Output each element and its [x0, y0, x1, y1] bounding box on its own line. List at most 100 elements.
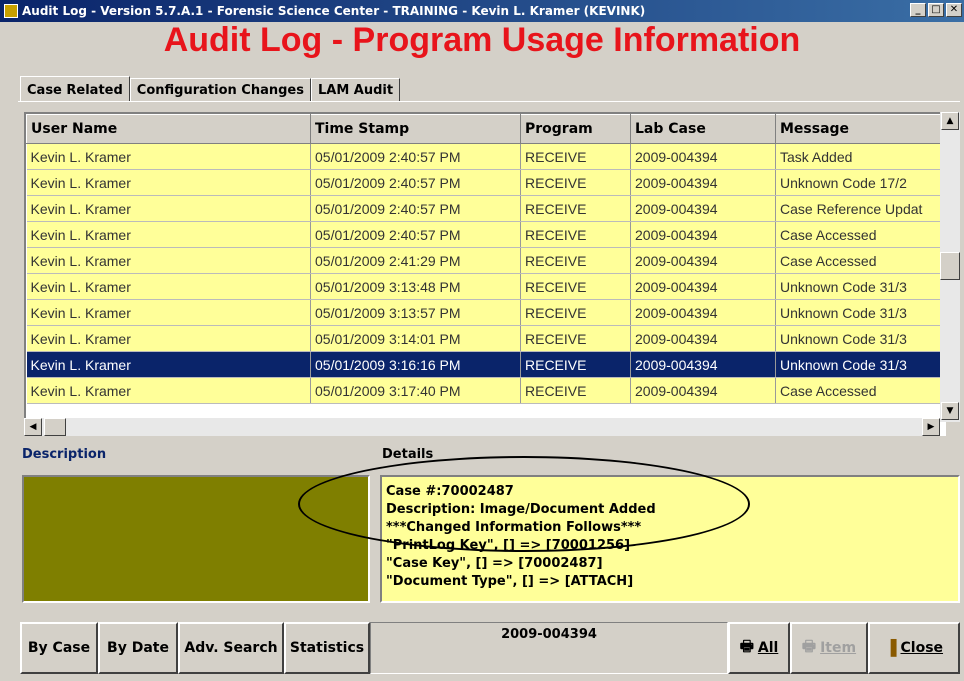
cell-user-name: Kevin L. Kramer: [26, 221, 311, 248]
minimize-button[interactable]: _: [910, 3, 926, 17]
table-row[interactable]: Kevin L. Kramer 05/01/2009 2:40:57 PM RECE…: [26, 143, 944, 170]
cell-time-stamp: 05/01/2009 3:17:40 PM: [310, 377, 521, 404]
cell-user-name: Kevin L. Kramer: [26, 195, 311, 222]
details-line: ***Changed Information Follows***: [386, 520, 642, 535]
cell-time-stamp: 05/01/2009 3:13:48 PM: [310, 273, 521, 300]
cell-message: Case Accessed: [775, 247, 944, 274]
page-title: Audit Log - Program Usage Information: [163, 21, 801, 59]
vertical-scrollbar[interactable]: ▲ ▼: [940, 112, 960, 422]
cell-lab-case: 2009-004394: [630, 273, 776, 300]
cell-time-stamp: 05/01/2009 3:14:01 PM: [310, 325, 521, 352]
table-row[interactable]: Kevin L. Kramer 05/01/2009 3:14:01 PM RECE…: [26, 325, 944, 352]
audit-table: User Name Time Stamp Program Lab Case Me…: [26, 114, 944, 404]
cell-program: RECEIVE: [520, 273, 631, 300]
cell-program: RECEIVE: [520, 299, 631, 326]
close-button[interactable]: ▐ Close: [868, 622, 960, 674]
scroll-left-arrow-icon[interactable]: ◀: [24, 418, 42, 436]
tab-case-related[interactable]: Case Related: [20, 76, 130, 101]
by-case-button[interactable]: By Case: [20, 622, 98, 674]
cell-program: RECEIVE: [520, 143, 631, 170]
cell-message: Unknown Code 31/3: [775, 351, 944, 378]
details-line: Description: Image/Document Added: [386, 502, 656, 517]
print-all-button[interactable]: 🖶 All: [728, 622, 790, 674]
print-item-button[interactable]: 🖶 Item: [790, 622, 868, 674]
cell-program: RECEIVE: [520, 195, 631, 222]
cell-time-stamp: 05/01/2009 2:40:57 PM: [310, 221, 521, 248]
adv-search-label: Adv. Search: [184, 640, 278, 656]
details-label: Details: [382, 447, 434, 462]
table-row[interactable]: Kevin L. Kramer 05/01/2009 3:13:48 PM RECE…: [26, 273, 944, 300]
current-case-display: 2009-004394: [370, 622, 728, 674]
scroll-right-arrow-icon[interactable]: ▶: [922, 418, 940, 436]
table-row[interactable]: Kevin L. Kramer 05/01/2009 3:17:40 PM RECE…: [26, 377, 944, 404]
cell-lab-case: 2009-004394: [630, 169, 776, 196]
details-line: Case #:70002487: [386, 484, 514, 499]
cell-message: Task Added: [775, 143, 944, 170]
cell-program: RECEIVE: [520, 247, 631, 274]
table-row[interactable]: Kevin L. Kramer 05/01/2009 2:41:29 PM RECE…: [26, 247, 944, 274]
details-line: "PrintLog Key", [] => [70001256]: [386, 538, 631, 553]
printer-icon: 🖶: [739, 636, 754, 655]
cell-user-name: Kevin L. Kramer: [26, 247, 311, 274]
table-header-row: User Name Time Stamp Program Lab Case Me…: [26, 114, 944, 144]
horizontal-scroll-thumb[interactable]: [44, 418, 66, 436]
maximize-button[interactable]: □: [928, 3, 944, 17]
column-header-time-stamp[interactable]: Time Stamp: [310, 114, 521, 144]
window-title: Audit Log - Version 5.7.A.1 - Forensic S…: [22, 4, 646, 18]
cell-user-name: Kevin L. Kramer: [26, 325, 311, 352]
cell-lab-case: 2009-004394: [630, 247, 776, 274]
cell-time-stamp: 05/01/2009 2:41:29 PM: [310, 247, 521, 274]
by-case-label: By Case: [27, 640, 91, 656]
adv-search-button[interactable]: Adv. Search: [178, 622, 284, 674]
statistics-button[interactable]: Statistics: [284, 622, 370, 674]
table-row[interactable]: Kevin L. Kramer 05/01/2009 2:40:57 PM RECE…: [26, 195, 944, 222]
cell-time-stamp: 05/01/2009 2:40:57 PM: [310, 195, 521, 222]
column-header-user-name[interactable]: User Name: [26, 114, 311, 144]
tab-divider: [18, 101, 960, 102]
cell-program: RECEIVE: [520, 169, 631, 196]
vertical-scroll-thumb[interactable]: [940, 252, 960, 280]
description-label: Description: [22, 447, 107, 462]
close-window-button[interactable]: ✕: [946, 3, 962, 17]
cell-time-stamp: 05/01/2009 2:40:57 PM: [310, 143, 521, 170]
cell-lab-case: 2009-004394: [630, 325, 776, 352]
cell-message: Unknown Code 31/3: [775, 273, 944, 300]
description-panel: [22, 475, 370, 603]
app-icon: [4, 4, 18, 18]
details-line: "Document Type", [] => [ATTACH]: [386, 574, 634, 589]
print-all-label: All: [757, 640, 779, 656]
cell-program: RECEIVE: [520, 377, 631, 404]
tab-lam-audit[interactable]: LAM Audit: [310, 78, 401, 101]
audit-grid[interactable]: User Name Time Stamp Program Lab Case Me…: [24, 112, 946, 436]
cell-time-stamp: 05/01/2009 3:13:57 PM: [310, 299, 521, 326]
details-panel[interactable]: Case #:70002487 Description: Image/Docum…: [380, 475, 960, 603]
cell-message: Unknown Code 31/3: [775, 325, 944, 352]
statistics-label: Statistics: [289, 640, 365, 656]
table-row[interactable]: Kevin L. Kramer 05/01/2009 3:13:57 PM RECE…: [26, 299, 944, 326]
cell-lab-case: 2009-004394: [630, 221, 776, 248]
cell-user-name: Kevin L. Kramer: [26, 377, 311, 404]
cell-lab-case: 2009-004394: [630, 351, 776, 378]
scroll-up-arrow-icon[interactable]: ▲: [941, 112, 959, 130]
cell-time-stamp: 05/01/2009 2:40:57 PM: [310, 169, 521, 196]
by-date-label: By Date: [107, 640, 169, 656]
window-title-bar[interactable]: Audit Log - Version 5.7.A.1 - Forensic S…: [0, 0, 964, 22]
horizontal-scrollbar[interactable]: ◀ ▶: [24, 418, 940, 436]
column-header-program[interactable]: Program: [520, 114, 631, 144]
column-header-message[interactable]: Message: [775, 114, 944, 144]
table-row[interactable]: Kevin L. Kramer 05/01/2009 3:16:16 PM RECE…: [26, 351, 944, 378]
column-header-lab-case[interactable]: Lab Case: [630, 114, 776, 144]
printer-icon: 🖶: [801, 636, 817, 655]
cell-message: Case Accessed: [775, 221, 944, 248]
door-exit-icon: ▐: [884, 639, 897, 657]
scroll-down-arrow-icon[interactable]: ▼: [941, 402, 959, 420]
table-row[interactable]: Kevin L. Kramer 05/01/2009 2:40:57 PM RECE…: [26, 221, 944, 248]
table-row[interactable]: Kevin L. Kramer 05/01/2009 2:40:57 PM RECE…: [26, 169, 944, 196]
close-label: Close: [900, 640, 944, 656]
cell-lab-case: 2009-004394: [630, 143, 776, 170]
tab-strip: Case Related Configuration Changes LAM A…: [20, 76, 401, 101]
cell-message: Case Reference Updat: [775, 195, 944, 222]
tab-configuration-changes[interactable]: Configuration Changes: [129, 78, 311, 101]
details-line: "Case Key", [] => [70002487]: [386, 556, 603, 571]
by-date-button[interactable]: By Date: [98, 622, 178, 674]
